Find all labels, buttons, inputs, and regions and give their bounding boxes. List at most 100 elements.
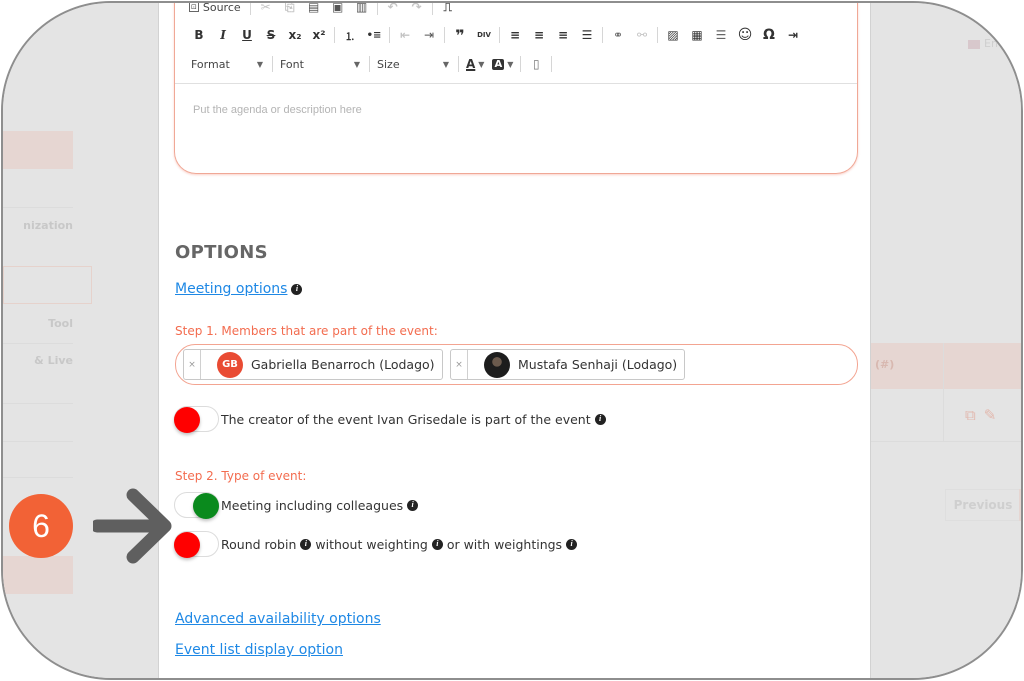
previous-page-button: Previous: [945, 489, 1021, 521]
info-icon[interactable]: i: [594, 413, 606, 425]
source-icon: ⊡: [189, 3, 199, 12]
bold-icon[interactable]: B: [187, 25, 211, 45]
background-content: [871, 3, 1021, 678]
paste-word-icon[interactable]: ▥: [350, 3, 374, 17]
info-icon[interactable]: i: [566, 538, 578, 550]
italic-icon[interactable]: I: [211, 25, 235, 45]
bg-menu-item: nization: [23, 219, 73, 232]
numbered-list-icon[interactable]: ⒈: [338, 25, 362, 45]
round-robin-toggle-row: Round robin i without weighting i or wit…: [174, 531, 578, 558]
align-center-icon[interactable]: ≡: [527, 25, 551, 45]
source-button[interactable]: ⊡ Source: [187, 3, 247, 17]
copy-icon: ⧉: [965, 406, 984, 424]
bulleted-list-icon[interactable]: •≡: [362, 25, 386, 45]
member-chip: × Mustafa Senhaji (Lodago): [450, 349, 685, 380]
background-color-icon: A: [492, 58, 505, 70]
bg-divider: [3, 343, 73, 344]
info-icon[interactable]: i: [300, 538, 312, 550]
bg-divider: [943, 343, 944, 441]
copy-icon[interactable]: ⎘: [278, 3, 302, 17]
bg-divider: [3, 441, 73, 442]
align-right-icon[interactable]: ≡: [551, 25, 575, 45]
editor-divider: [175, 83, 857, 84]
bg-table-header-label: (#): [875, 358, 895, 371]
bg-divider: [3, 403, 73, 404]
paste-icon[interactable]: ▤: [302, 3, 326, 17]
language-selector: En: [968, 37, 998, 50]
event-list-display-link[interactable]: Event list display option: [175, 642, 343, 658]
bg-next-page-edge: [1019, 489, 1021, 521]
format-painter-icon[interactable]: ⎍: [436, 3, 460, 17]
special-char-icon[interactable]: Ω: [757, 25, 781, 45]
chevron-down-icon: ▼: [256, 59, 263, 69]
toolbar-separator: [551, 56, 553, 72]
meeting-options-row: Meeting options i: [175, 281, 303, 297]
round-robin-label: Round robin: [221, 536, 297, 552]
members-select[interactable]: × GB Gabriella Benarroch (Lodago) × Must…: [175, 344, 858, 385]
bg-menu-item: [3, 131, 73, 169]
bg-menu-item: [3, 556, 73, 594]
unlink-icon[interactable]: ⚯: [630, 25, 654, 45]
text-color-button[interactable]: A ▼: [462, 57, 488, 71]
subscript-icon[interactable]: x₂: [283, 25, 307, 45]
remove-member-icon[interactable]: ×: [451, 350, 468, 379]
show-blocks-icon[interactable]: ▯: [524, 54, 548, 74]
editor-toolbar-row-1: B I U S x₂ x² ⒈ •≡ ⇤ ⇥ ❞ DIV ≡ ≡ ≡ ☰ ⚭ ⚯…: [187, 25, 805, 45]
info-icon[interactable]: i: [291, 283, 303, 295]
info-icon[interactable]: i: [431, 538, 443, 550]
smiley-icon[interactable]: ☺: [733, 25, 757, 45]
toolbar-separator: [334, 27, 335, 43]
toolbar-separator: [520, 56, 522, 72]
table-icon[interactable]: ▦: [685, 25, 709, 45]
redo-icon[interactable]: ↷: [405, 3, 429, 17]
options-heading: OPTIONS: [175, 242, 268, 263]
creator-toggle[interactable]: [174, 406, 219, 433]
flag-icon: [968, 39, 980, 49]
avatar: GB: [217, 351, 243, 378]
description-textarea[interactable]: Put the agenda or description here: [193, 104, 362, 116]
remove-member-icon[interactable]: ×: [184, 350, 201, 379]
bg-divider: [871, 441, 1021, 442]
format-dropdown[interactable]: Format ▼: [187, 54, 269, 74]
blockquote-icon[interactable]: ❞: [448, 25, 472, 45]
meeting-options-link[interactable]: Meeting options: [175, 281, 287, 297]
device-frame: nization Tool & Live En (#) ⧉✎ Previous …: [1, 1, 1023, 680]
indent-icon[interactable]: ⇥: [417, 25, 441, 45]
step1-label: Step 1. Members that are part of the eve…: [175, 324, 438, 338]
superscript-icon[interactable]: x²: [307, 25, 331, 45]
creator-toggle-row: The creator of the event Ivan Grisedale …: [174, 406, 606, 433]
font-dropdown[interactable]: Font ▼: [276, 54, 366, 74]
image-icon[interactable]: ▨: [661, 25, 685, 45]
toolbar-separator: [272, 56, 273, 72]
background-sidebar: nization Tool & Live: [3, 3, 158, 678]
advanced-availability-link[interactable]: Advanced availability options: [175, 611, 381, 627]
meeting-colleagues-toggle[interactable]: [174, 492, 219, 519]
justify-icon[interactable]: ☰: [575, 25, 599, 45]
chevron-down-icon: ▼: [507, 59, 514, 69]
toolbar-separator: [602, 27, 603, 43]
undo-icon[interactable]: ↶: [381, 3, 405, 17]
info-icon[interactable]: i: [407, 499, 419, 511]
outdent-icon[interactable]: ⇤: [393, 25, 417, 45]
div-container-icon[interactable]: DIV: [472, 25, 496, 45]
paste-text-icon[interactable]: ▣: [326, 3, 350, 17]
creator-toggle-label: The creator of the event Ivan Grisedale …: [221, 411, 591, 427]
cut-icon[interactable]: ✂: [254, 3, 278, 17]
background-color-button[interactable]: A ▼: [488, 58, 517, 70]
horizontal-rule-icon[interactable]: ☰: [709, 25, 733, 45]
bg-divider: [3, 207, 73, 208]
chevron-down-icon: ▼: [442, 59, 449, 69]
meeting-toggle-label: Meeting including colleagues: [221, 497, 404, 513]
strikethrough-icon[interactable]: S: [259, 25, 283, 45]
bg-divider: [3, 477, 73, 478]
underline-icon[interactable]: U: [235, 25, 259, 45]
round-robin-toggle[interactable]: [174, 531, 219, 558]
without-weighting-label: without weighting: [315, 536, 428, 552]
member-name: Mustafa Senhaji (Lodago): [518, 357, 678, 372]
toggle-knob: [174, 407, 200, 433]
size-dropdown[interactable]: Size ▼: [373, 54, 455, 74]
link-icon[interactable]: ⚭: [606, 25, 630, 45]
page-break-icon[interactable]: ⇥: [781, 25, 805, 45]
bg-input: [3, 266, 92, 304]
align-left-icon[interactable]: ≡: [503, 25, 527, 45]
